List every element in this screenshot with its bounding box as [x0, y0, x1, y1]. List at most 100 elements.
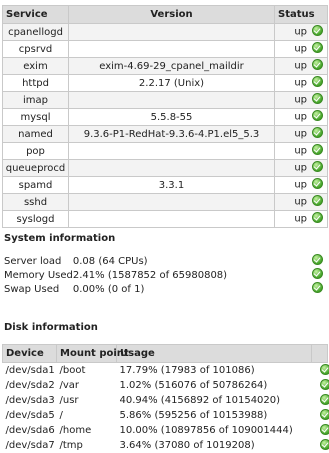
service-status-text: up	[294, 94, 307, 106]
service-status-text: up	[294, 162, 307, 174]
service-row: cpsrvd up	[2, 40, 328, 58]
service-row: httpd 2.2.17 (Unix) up	[2, 74, 328, 92]
service-version	[68, 40, 275, 58]
server-status-panel: Service Version Status cpanellogd up cpsrv…	[0, 0, 329, 453]
disk-row: /dev/sda1/boot 17.79% (17983 of 101086)	[3, 363, 329, 379]
service-status: up	[274, 57, 328, 75]
service-row: spamd 3.3.1 up	[2, 176, 328, 194]
service-version	[68, 23, 275, 41]
service-version	[68, 210, 275, 228]
service-status-text: up	[294, 26, 307, 38]
usage-column-header: Usage	[116, 344, 312, 363]
disk-status-column-header	[311, 344, 328, 363]
green-check-circle-icon	[312, 76, 323, 88]
service-status: up	[274, 91, 328, 109]
disk-row: /dev/sda2/var 1.02% (516076 of 50786264)	[3, 378, 329, 393]
disk-usage: 3.64% (37080 of 1019208)	[119, 440, 255, 451]
services-header-row: Service Version Status	[2, 5, 328, 24]
system-info-label: Memory Used	[4, 269, 73, 281]
green-check-circle-icon	[312, 25, 323, 37]
green-check-circle-icon	[312, 144, 323, 156]
system-info-row: Memory Used 2.41% (1587852 of 65980808)	[4, 268, 326, 282]
service-row: imap up	[2, 91, 328, 109]
service-name: httpd	[2, 74, 69, 92]
green-check-circle-icon	[312, 161, 323, 173]
service-name: cpsrvd	[2, 40, 69, 58]
services-table: Service Version Status cpanellogd up cpsrv…	[2, 5, 328, 228]
green-check-circle-icon	[312, 93, 323, 105]
system-info-status	[298, 254, 326, 268]
service-status-text: up	[294, 111, 307, 123]
service-status: up	[274, 159, 328, 177]
disk-status	[312, 378, 329, 393]
green-check-circle-icon	[312, 59, 323, 71]
system-info-status	[298, 282, 326, 296]
system-info-label: Swap Used	[4, 283, 60, 295]
system-info-status	[298, 268, 326, 282]
disk-mount-point: /var	[59, 380, 80, 391]
disk-header-row: Device Mount point Usage	[2, 344, 328, 363]
system-info-value: 0.00% (0 of 1)	[72, 283, 145, 295]
device-column-header: Device	[2, 344, 57, 363]
disk-device: /dev/sda5	[5, 410, 55, 421]
service-status: up	[274, 108, 328, 126]
green-check-circle-icon	[312, 110, 323, 122]
green-check-circle-icon	[319, 393, 329, 405]
service-version: 9.3.6-P1-RedHat-9.3.6-4.P1.el5_5.3	[68, 125, 275, 143]
disk-row: /dev/sda6/home 10.00% (10897856 of 109001…	[3, 423, 329, 438]
service-row: cpanellogd up	[2, 23, 328, 41]
service-row: named 9.3.6-P1-RedHat-9.3.6-4.P1.el5_5.3 u…	[2, 125, 328, 143]
disk-information-title: Disk information	[4, 322, 98, 333]
service-status-text: up	[294, 128, 307, 140]
service-status: up	[274, 23, 328, 41]
green-check-circle-icon	[312, 195, 323, 207]
service-name: pop	[2, 142, 69, 160]
disk-status	[312, 393, 329, 408]
system-info-row: Swap Used 0.00% (0 of 1)	[4, 282, 326, 296]
service-row: queueprocd up	[2, 159, 328, 177]
service-version: exim-4.69-29_cpanel_maildir	[68, 57, 275, 75]
disk-usage: 1.02% (516076 of 50786264)	[119, 380, 268, 391]
service-version	[68, 159, 275, 177]
green-check-circle-icon	[319, 408, 329, 420]
disk-row: /dev/sda5 / 5.86% (595256 of 10153988)	[3, 408, 329, 423]
service-status-text: up	[294, 179, 307, 191]
disk-usage: 5.86% (595256 of 10153988)	[119, 410, 268, 421]
green-check-circle-icon	[319, 423, 329, 435]
green-check-circle-icon	[312, 178, 323, 190]
service-name: syslogd	[2, 210, 69, 228]
system-information-body: Server load 0.08 (64 CPUs) Memory Used 2.41…	[4, 254, 326, 296]
service-name: spamd	[2, 176, 69, 194]
service-status-text: up	[294, 60, 307, 72]
disk-device: /dev/sda1	[5, 365, 55, 376]
service-status-text: up	[294, 77, 307, 89]
disk-row: /dev/sda3/usr 40.94% (4156892 of 10154020…	[3, 393, 329, 408]
service-name: imap	[2, 91, 69, 109]
service-version	[68, 142, 275, 160]
service-status-text: up	[294, 213, 307, 225]
service-status: up	[274, 193, 328, 211]
service-status: up	[274, 142, 328, 160]
service-name: exim	[2, 57, 69, 75]
disk-device: /dev/sda3	[5, 395, 55, 406]
disk-mount-point: /usr	[59, 395, 79, 406]
green-check-circle-icon	[312, 127, 323, 139]
service-version	[68, 91, 275, 109]
service-status: up	[274, 176, 328, 194]
service-status: up	[274, 125, 328, 143]
service-status-text: up	[294, 43, 307, 55]
disk-device: /dev/sda2	[5, 380, 55, 391]
services-table-body: cpanellogd up cpsrvd up exim exim-4.69-29_cpa…	[2, 23, 328, 228]
green-check-circle-icon	[312, 254, 323, 266]
disk-device: /dev/sda6	[5, 425, 55, 436]
disk-mount-point: /boot	[59, 365, 86, 376]
green-check-circle-icon	[319, 363, 329, 375]
system-info-row: Server load 0.08 (64 CPUs)	[4, 254, 326, 268]
status-column-header: Status	[274, 5, 328, 24]
system-info-value: 0.08 (64 CPUs)	[72, 255, 148, 267]
service-name: sshd	[2, 193, 69, 211]
service-status-text: up	[294, 196, 307, 208]
green-check-circle-icon	[312, 42, 323, 54]
disk-status	[312, 438, 329, 453]
green-check-circle-icon	[319, 438, 329, 450]
